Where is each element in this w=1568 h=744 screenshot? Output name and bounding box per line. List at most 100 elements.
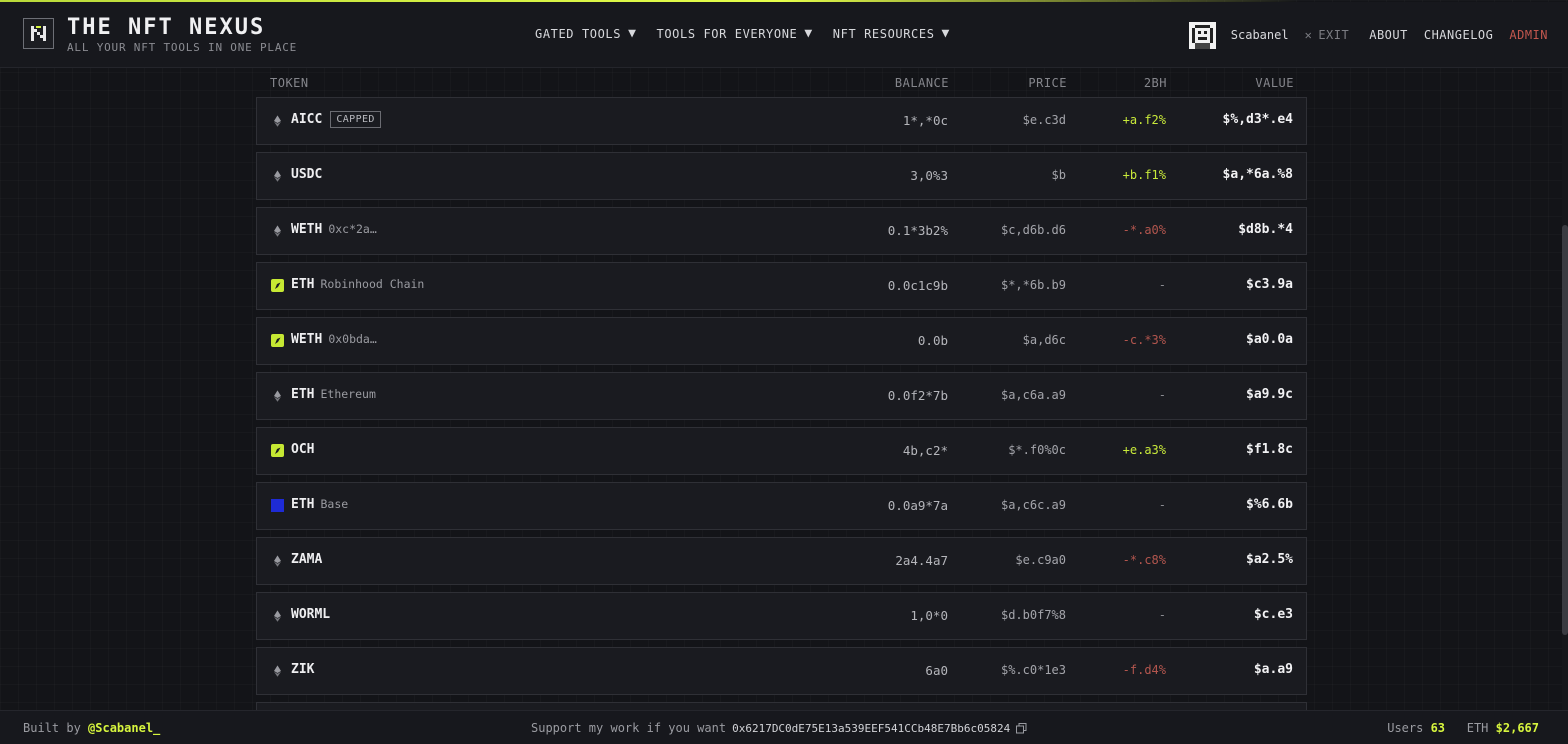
token-change: -*.c8% [1122,553,1166,567]
token-symbol: ETH Robinhood Chain [291,277,424,292]
main-nav: GATED TOOLS ▼ TOOLS FOR EVERYONE ▼ NFT R… [535,26,970,41]
robinhood-chain-icon [271,444,284,457]
eth-diamond-icon [271,389,284,402]
copy-icon[interactable] [1016,722,1027,734]
col-price[interactable]: PRICE [1028,76,1067,90]
table-row[interactable]: AICC CAPPED 1*,*0c $e.c3d +a.f2% $%,d3*.e4 [256,97,1307,145]
token-symbol-text: ETH [291,497,315,512]
author-handle-link[interactable]: @Scabanel_ [88,721,160,735]
footer-credit: Built by @Scabanel_ [23,721,160,735]
token-price: $%.c0*1e3 [1000,663,1066,677]
base-chain-icon [271,499,284,512]
dropdown-triangle-icon: ▼ [941,26,950,41]
nav-nft-resources[interactable]: NFT RESOURCES ▼ [833,26,950,41]
token-value: $d8b.*4 [1238,222,1293,237]
token-symbol: WETH 0xc*2a… [291,222,377,237]
token-balance: 0.0b [917,333,948,348]
eth-diamond-icon [271,554,284,567]
user-name: Scabanel [1230,28,1289,42]
nav-gated-tools[interactable]: GATED TOOLS ▼ [535,26,637,41]
col-change[interactable]: 2BH [1144,76,1167,90]
token-symbol-text: ZAMA [291,552,323,567]
user-area: Scabanel ✕ EXIT ABOUT CHANGELOG ADMIN [1188,20,1548,50]
header: THE NFT NEXUS ALL YOUR NFT TOOLS IN ONE … [0,2,1568,68]
changelog-link[interactable]: CHANGELOG [1424,28,1494,42]
token-value: $a2.5% [1246,552,1293,567]
token-price: $*.f0%0c [1008,443,1066,457]
eth-diamond-icon [271,114,284,127]
token-change: +b.f1% [1122,168,1166,182]
token-symbol-text: WETH [291,222,323,237]
table-row[interactable]: ETH Robinhood Chain 0.0c1c9b $*,*6b.b9 - $c3.… [256,262,1307,310]
nav-label: TOOLS FOR EVERYONE [656,26,798,41]
token-subtitle: Robinhood Chain [320,277,425,291]
table-row[interactable]: ZAMA 2a4.4a7 $e.c9a0 -*.c8% $a2.5% [256,537,1307,585]
token-symbol-text: OCH [291,442,315,457]
dropdown-triangle-icon: ▼ [628,26,637,41]
token-balance: 6a0 [925,663,948,678]
token-symbol-text: WORML [291,607,331,622]
token-value: $c.e3 [1253,607,1293,622]
token-balance: 1,0*0 [910,608,948,623]
eth-label: ETH [1466,721,1489,735]
table-row[interactable]: WETH 0x0bda… 0.0b $a,d6c -c.*3% $a0.0a [256,317,1307,365]
token-symbol: ZIK [291,662,314,677]
token-symbol-text: ETH [291,277,315,292]
token-value: $f1.8c [1246,442,1293,457]
dropdown-triangle-icon: ▼ [804,26,813,41]
token-symbol-text: USDC [291,167,323,182]
table-row[interactable]: ETH Ethereum 0.0f2*7b $a,c6a.a9 - $a9.9c [256,372,1307,420]
admin-link[interactable]: ADMIN [1509,28,1548,42]
token-symbol: ETH Base [291,497,348,512]
col-token[interactable]: TOKEN [270,76,309,90]
logo[interactable] [23,18,54,49]
token-symbol-text: AICC [291,112,323,127]
table-row[interactable]: OCH 4b,c2* $*.f0%0c +e.a3% $f1.8c [256,427,1307,475]
table-row[interactable]: WETH 0xc*2a… 0.1*3b2% $c,d6b.d6 -*.a0% $d8b.*… [256,207,1307,255]
table-header: TOKEN BALANCE PRICE 2BH VALUE [256,68,1307,97]
nav-tools-for-everyone[interactable]: TOOLS FOR EVERYONE ▼ [657,26,813,41]
robinhood-chain-icon [271,279,284,292]
token-table: TOKEN BALANCE PRICE 2BH VALUE AICC CAPPED… [256,68,1307,710]
token-balance: 0.0a9*7a [887,498,948,513]
token-subtitle: 0xc*2a… [328,222,377,236]
donation-address[interactable]: 0x6217DC0dE75E13a539EEF541CCb48E7Bb6c058… [732,722,1010,735]
table-row[interactable]: WORML 1,0*0 $d.b0f7%8 - $c.e3 [256,592,1307,640]
token-balance: 0.0c1c9b [887,278,948,293]
token-symbol-text: WETH [291,332,323,347]
token-balance: 0.0f2*7b [887,388,948,403]
token-value: $a,*6a.%8 [1222,167,1293,182]
token-price: $a,d6c [1022,333,1066,347]
table-row[interactable]: USDC 3,0%3 $b +b.f1% $a,*6a.%8 [256,152,1307,200]
avatar[interactable] [1188,21,1216,49]
token-change: - [1158,388,1166,402]
token-change: - [1158,278,1166,292]
robinhood-chain-icon [271,334,284,347]
token-symbol: OCH [291,442,314,457]
token-price: $a,c6a.a9 [1000,388,1066,402]
brand-subtitle: ALL YOUR NFT TOOLS IN ONE PLACE [67,41,298,54]
token-symbol-text: ZIK [291,662,315,677]
token-change: -c.*3% [1122,333,1166,347]
eth-diamond-icon [271,169,284,182]
support-text: Support my work if you want [531,721,727,735]
pixel-avatar-icon [1188,21,1216,49]
brand-title[interactable]: THE NFT NEXUS [67,15,265,40]
token-value: $%,d3*.e4 [1222,112,1293,127]
close-icon: ✕ [1304,28,1313,42]
token-change: +a.f2% [1122,113,1166,127]
col-balance[interactable]: BALANCE [895,76,949,90]
scrollbar-thumb[interactable] [1562,225,1568,635]
token-symbol: WETH 0x0bda… [291,332,377,347]
token-balance: 1*,*0c [902,113,948,128]
table-row[interactable]: ZIK 6a0 $%.c0*1e3 -f.d4% $a.a9 [256,647,1307,695]
nav-label: GATED TOOLS [535,26,622,41]
table-row[interactable]: ETH Base 0.0a9*7a $a,c6c.a9 - $%6.6b [256,482,1307,530]
token-balance: 3,0%3 [910,168,948,183]
exit-button[interactable]: ✕ EXIT [1305,28,1350,42]
token-symbol-text: ETH [291,387,315,402]
col-value[interactable]: VALUE [1255,76,1294,90]
token-price: $*,*6b.b9 [1000,278,1066,292]
about-link[interactable]: ABOUT [1369,28,1408,42]
footer-stats: Users 63 ETH $2,667 [1387,721,1539,735]
